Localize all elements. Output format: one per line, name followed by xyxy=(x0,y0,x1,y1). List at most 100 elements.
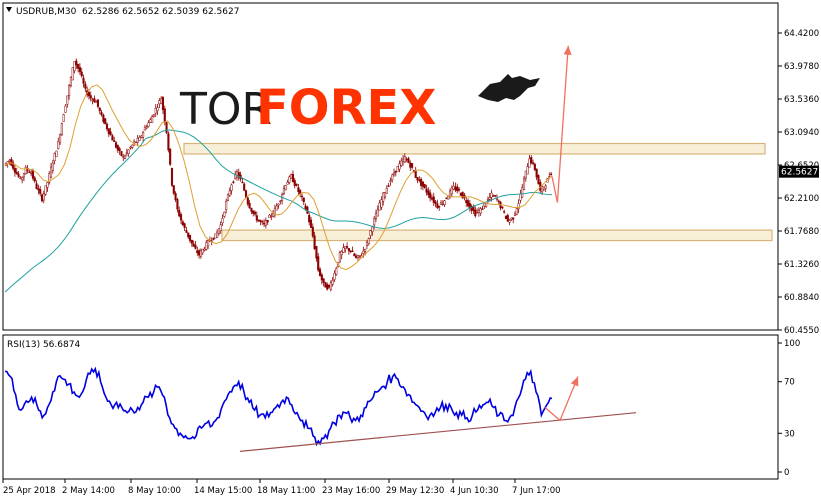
candle-body xyxy=(98,107,101,112)
candle-body xyxy=(230,184,233,191)
candle-body xyxy=(335,268,338,275)
rsi-tick-label: 30 xyxy=(784,429,795,439)
candle-body xyxy=(302,197,305,203)
candle-body xyxy=(533,163,536,170)
candle-body xyxy=(383,192,387,198)
candle-body xyxy=(486,199,489,201)
candle-body xyxy=(342,247,345,253)
candle-body xyxy=(134,141,137,144)
candle-body xyxy=(266,219,269,223)
candle-body xyxy=(297,187,300,192)
candle-body xyxy=(257,219,260,222)
candle-body xyxy=(241,181,244,184)
candle-body xyxy=(434,201,437,204)
candle-body xyxy=(198,250,201,256)
current-price-tag: 62.5627 xyxy=(779,165,819,178)
candle-body xyxy=(313,235,316,249)
candle-body xyxy=(382,192,385,202)
candle-body xyxy=(188,234,192,241)
candle-body xyxy=(378,202,381,211)
candle-body xyxy=(362,250,365,254)
price-tick-label: 61.3260 xyxy=(784,260,819,270)
candle-body xyxy=(244,190,248,198)
candle-body xyxy=(187,232,190,238)
candle-body xyxy=(178,209,181,217)
candle-body xyxy=(351,250,354,252)
candle-body xyxy=(66,95,69,105)
candle-body xyxy=(57,141,60,150)
candle-body xyxy=(149,119,152,123)
candle-body xyxy=(263,223,266,225)
candle-body xyxy=(344,246,347,250)
candle-body xyxy=(261,221,264,223)
price-tick-label: 63.5360 xyxy=(784,95,819,105)
candle-body xyxy=(199,250,202,257)
candle-body xyxy=(420,179,423,186)
candle-body xyxy=(147,122,150,127)
candle-body xyxy=(68,85,71,96)
candle-body xyxy=(185,230,188,233)
candle-body xyxy=(120,151,123,156)
candle-body xyxy=(371,226,374,233)
candle-body xyxy=(28,171,31,173)
candle-body xyxy=(225,201,228,211)
price-tick-label: 62.2100 xyxy=(784,194,819,204)
candle-body xyxy=(183,223,186,228)
candle-body xyxy=(447,196,450,200)
candle-body xyxy=(95,101,98,103)
candle-body xyxy=(333,272,336,280)
candle-body xyxy=(324,282,327,288)
candle-body xyxy=(243,183,246,191)
candle-body xyxy=(181,221,184,226)
symbol-label: USDRUB,M30 xyxy=(16,7,77,17)
candle-body xyxy=(19,177,22,179)
candle-body xyxy=(504,215,508,220)
candle-body xyxy=(427,190,430,196)
candle-body xyxy=(485,203,488,207)
support-zone xyxy=(221,229,773,242)
candle-body xyxy=(465,200,468,203)
candle-body xyxy=(279,200,282,203)
candle-body xyxy=(125,151,128,154)
candle-body xyxy=(64,105,67,113)
candle-body xyxy=(59,134,62,144)
candle-body xyxy=(87,92,90,97)
candle-body xyxy=(492,195,495,197)
candle-body xyxy=(156,107,159,111)
candle-body xyxy=(152,114,155,117)
candle-body xyxy=(96,99,100,107)
candle-body xyxy=(104,118,107,125)
candle-body xyxy=(105,123,109,130)
candle-body xyxy=(423,184,426,188)
candle-body xyxy=(176,199,179,210)
candle-body xyxy=(30,172,33,175)
candle-body xyxy=(49,166,53,178)
candle-body xyxy=(392,172,396,175)
candle-body xyxy=(358,255,361,257)
candle-body xyxy=(326,284,329,290)
candle-body xyxy=(531,162,535,164)
candle-body xyxy=(402,158,405,162)
time-tick-label: 23 May 16:00 xyxy=(322,486,380,496)
candle-body xyxy=(196,250,199,254)
candle-body xyxy=(192,243,195,247)
candle-body xyxy=(448,190,452,197)
price-tick-label: 63.9780 xyxy=(784,62,819,72)
candle-body xyxy=(501,206,504,209)
candle-body xyxy=(367,238,370,244)
candle-body xyxy=(438,206,441,208)
candle-body xyxy=(346,246,349,248)
candle-body xyxy=(102,114,105,123)
candle-body xyxy=(403,156,406,163)
candle-body xyxy=(389,180,392,182)
candle-body xyxy=(311,226,314,237)
candle-body xyxy=(42,193,45,201)
candle-body xyxy=(436,203,439,209)
candle-body xyxy=(425,188,428,193)
candle-body xyxy=(286,182,289,185)
candle-body xyxy=(223,211,226,217)
candle-body xyxy=(479,208,482,214)
candle-body xyxy=(409,162,412,168)
candle-body xyxy=(142,131,145,138)
candle-body xyxy=(207,240,210,247)
